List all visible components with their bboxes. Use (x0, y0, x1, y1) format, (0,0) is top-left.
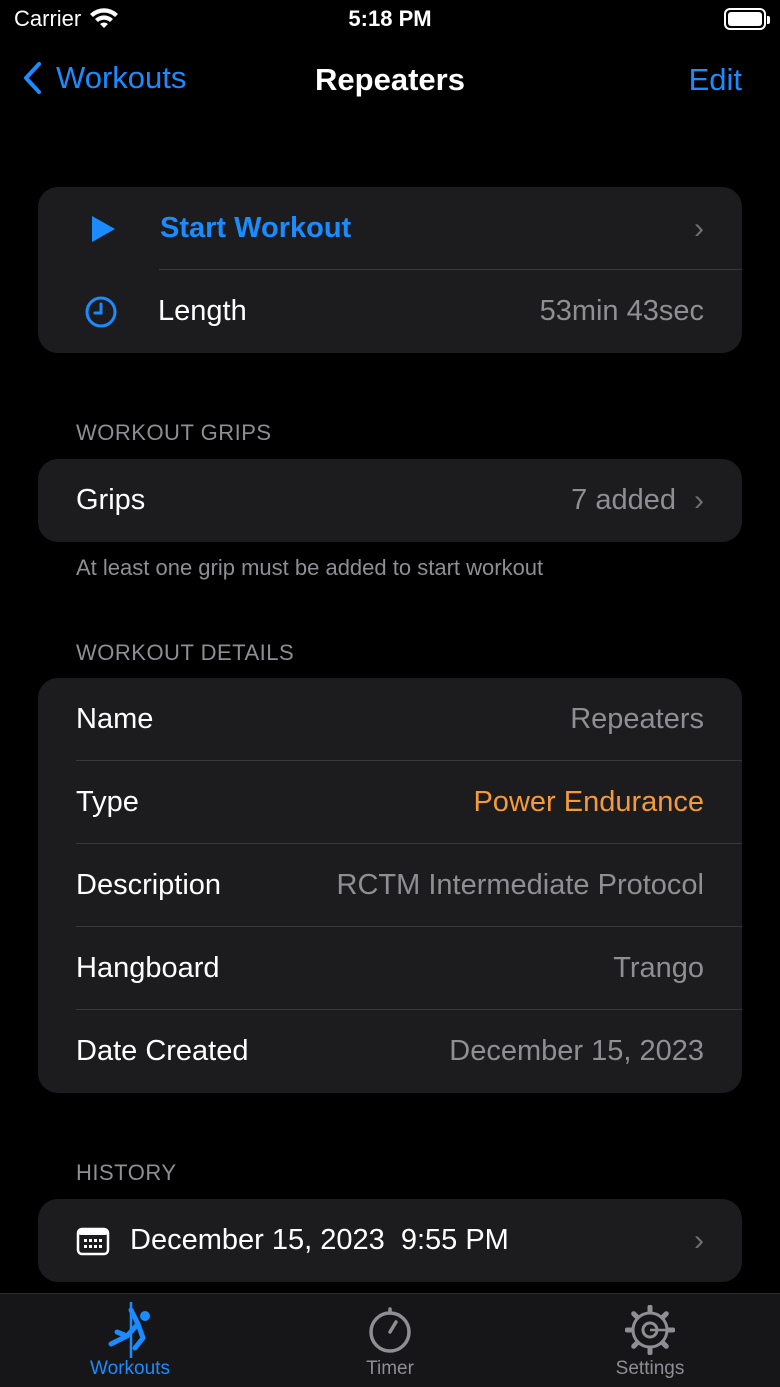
history-card: December 15, 2023 9:55 PM › (38, 1199, 742, 1282)
workout-grips-header: WORKOUT GRIPS (76, 420, 272, 445)
grips-row[interactable]: Grips 7 added › (38, 459, 742, 542)
chevron-right-icon: › (694, 1223, 704, 1257)
tab-label: Settings (615, 1358, 685, 1379)
detail-row-type[interactable]: Type Power Endurance (38, 761, 742, 844)
detail-value: Trango (613, 952, 704, 984)
start-workout-row[interactable]: Start Workout › (38, 187, 742, 270)
start-workout-label: Start Workout (160, 212, 352, 244)
timer-icon (369, 1307, 411, 1353)
tab-settings[interactable]: Settings (570, 1302, 730, 1380)
detail-label: Date Created (76, 1035, 249, 1067)
detail-label: Description (76, 869, 222, 901)
status-bar: Carrier 5:18 PM (0, 0, 780, 40)
length-label: Length (158, 295, 247, 327)
history-header: HISTORY (76, 1160, 177, 1185)
grips-footer-note: At least one grip must be added to start… (76, 555, 544, 580)
detail-label: Type (76, 786, 139, 818)
gear-icon (625, 1305, 675, 1355)
play-icon (92, 215, 115, 242)
detail-value-type: Power Endurance (473, 786, 704, 818)
battery-icon (724, 8, 770, 30)
detail-label: Name (76, 703, 154, 735)
chevron-right-icon: › (694, 483, 704, 517)
length-row: Length 53min 43sec (38, 270, 742, 353)
tab-label: Workouts (90, 1358, 170, 1379)
tab-bar: Workouts Timer Settings (0, 1293, 780, 1387)
grips-count: 7 added (571, 484, 676, 516)
detail-row-description[interactable]: Description RCTM Intermediate Protocol (38, 844, 742, 927)
calendar-icon (76, 1227, 110, 1255)
history-entry-row[interactable]: December 15, 2023 9:55 PM › (38, 1199, 742, 1282)
detail-value: December 15, 2023 (449, 1035, 704, 1067)
tab-label: Timer (366, 1358, 414, 1379)
workout-details-header: WORKOUT DETAILS (76, 640, 295, 665)
edit-button[interactable]: Edit (689, 62, 742, 98)
history-entry-label: December 15, 2023 9:55 PM (130, 1224, 509, 1256)
detail-row-date-created: Date Created December 15, 2023 (38, 1010, 742, 1093)
grips-label: Grips (76, 484, 146, 516)
detail-value: Repeaters (570, 703, 704, 735)
status-time: 5:18 PM (348, 6, 432, 31)
detail-row-name[interactable]: Name Repeaters (38, 678, 742, 761)
start-workout-card: Start Workout › Length 53min 43sec (38, 187, 742, 353)
length-value: 53min 43sec (539, 295, 704, 327)
climber-icon (108, 1302, 150, 1358)
detail-label: Hangboard (76, 952, 220, 984)
navigation-bar: Workouts Repeaters Edit (0, 50, 780, 110)
detail-value: RCTM Intermediate Protocol (336, 869, 704, 901)
tab-workouts[interactable]: Workouts (50, 1302, 210, 1380)
tab-timer[interactable]: Timer (310, 1302, 470, 1380)
chevron-right-icon: › (694, 211, 704, 245)
page-title: Repeaters (315, 62, 465, 97)
workout-details-card: Name Repeaters Type Power Endurance Desc… (38, 678, 742, 1093)
detail-row-hangboard[interactable]: Hangboard Trango (38, 927, 742, 1010)
clock-icon (85, 296, 117, 327)
grips-card: Grips 7 added › (38, 459, 742, 542)
